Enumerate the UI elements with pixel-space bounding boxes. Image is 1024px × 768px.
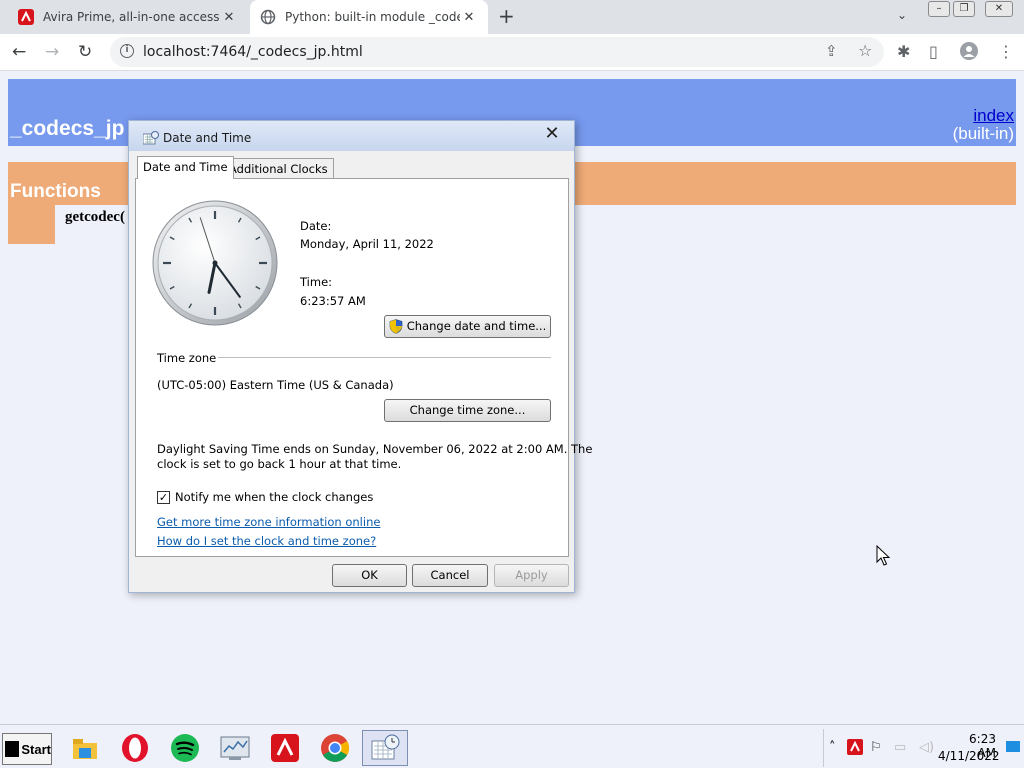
page-title: _codecs_jp	[10, 117, 125, 140]
volume-icon[interactable]: ◁)	[919, 740, 934, 755]
dialog-titlebar[interactable]: Date and Time ✕	[129, 121, 574, 151]
timezone-heading: Time zone	[157, 351, 217, 365]
tab-additional-clocks[interactable]: Additional Clocks	[223, 158, 334, 178]
timezone-divider	[218, 357, 551, 358]
change-date-time-label: Change date and time...	[406, 319, 547, 333]
functions-section-side	[8, 205, 55, 244]
close-tab-icon[interactable]: ✕	[220, 10, 238, 25]
tab-title: Python: built-in module _codecs_	[285, 10, 460, 24]
system-monitor-icon[interactable]	[212, 730, 258, 766]
start-icon	[5, 741, 20, 757]
back-icon[interactable]: ←	[12, 42, 26, 62]
dst-info-line1: Daylight Saving Time ends on Sunday, Nov…	[157, 442, 593, 456]
taskbar-date[interactable]: 4/11/2022	[938, 749, 1000, 763]
menu-icon[interactable]: ⋮	[998, 42, 1014, 61]
reload-icon[interactable]: ↻	[78, 42, 92, 62]
close-icon[interactable]: ✕	[537, 123, 567, 145]
network-icon[interactable]: ▭	[894, 740, 906, 755]
date-label: Date:	[300, 219, 332, 233]
close-tab-icon[interactable]: ✕	[460, 10, 478, 25]
bookmark-star-icon[interactable]: ☆	[858, 41, 872, 60]
how-to-set-clock-link[interactable]: How do I set the clock and time zone?	[157, 534, 376, 548]
profile-icon[interactable]	[960, 42, 978, 64]
tab-date-and-time[interactable]: Date and Time	[137, 156, 234, 179]
action-center-flag-icon[interactable]: ⚐	[870, 740, 882, 755]
date-time-icon[interactable]	[362, 730, 408, 766]
change-date-time-button[interactable]: Change date and time...	[384, 315, 551, 338]
avira-icon	[18, 9, 34, 25]
notify-label[interactable]: Notify me when the clock changes	[175, 490, 373, 504]
timezone-value: (UTC-05:00) Eastern Time (US & Canada)	[157, 378, 394, 392]
tab-python-docs[interactable]: Python: built-in module _codecs_ ✕	[250, 0, 488, 34]
date-value: Monday, April 11, 2022	[300, 237, 434, 251]
url-text[interactable]: localhost:7464/_codecs_jp.html	[143, 44, 363, 60]
avira-icon[interactable]	[262, 730, 308, 766]
mouse-cursor-icon	[876, 545, 891, 566]
date-time-icon	[143, 131, 159, 145]
forward-icon[interactable]: →	[45, 42, 59, 62]
restore-button[interactable]: ❐	[953, 1, 975, 17]
cancel-button[interactable]: Cancel	[412, 564, 488, 587]
notify-checkbox[interactable]: ✓	[157, 491, 170, 504]
time-label: Time:	[300, 275, 333, 289]
tab-title: Avira Prime, all-in-one access to	[43, 10, 220, 24]
side-panel-icon[interactable]: ▯	[929, 42, 938, 61]
browser-toolbar: ← → ↻ i localhost:7464/_codecs_jp.html ⇪…	[0, 34, 1024, 71]
date-time-dialog: Date and Time ✕ Date and Time Additional…	[128, 120, 592, 593]
extensions-icon[interactable]: ✱	[897, 42, 910, 61]
new-tab-button[interactable]: +	[498, 6, 515, 26]
taskbar: Start ˄ ⚐ ▭ ◁) 6:23 AM 4/11/2022	[0, 724, 1024, 768]
index-link[interactable]: index	[973, 106, 1014, 126]
chrome-icon[interactable]	[312, 730, 358, 766]
functions-heading: Functions	[10, 181, 101, 202]
chevron-up-icon[interactable]: ˄	[829, 740, 836, 755]
share-icon[interactable]: ⇪	[825, 42, 838, 60]
function-entry: getcodec(	[65, 209, 125, 225]
more-timezone-info-link[interactable]: Get more time zone information online	[157, 515, 380, 529]
spotify-icon[interactable]	[162, 730, 208, 766]
info-icon[interactable]: i	[120, 44, 134, 58]
address-bar[interactable]: i localhost:7464/_codecs_jp.html ⇪ ☆	[110, 37, 884, 67]
file-explorer-icon[interactable]	[62, 730, 108, 766]
globe-icon	[260, 9, 276, 25]
start-button[interactable]: Start	[2, 733, 52, 765]
time-value: 6:23:57 AM	[300, 294, 366, 308]
date-time-panel: Date: Monday, April 11, 2022 Time: 6:23:…	[135, 178, 592, 557]
minimize-button[interactable]: –	[928, 1, 950, 17]
analog-clock	[152, 200, 278, 326]
close-window-button[interactable]: ✕	[985, 1, 1013, 17]
uac-shield-icon	[389, 319, 403, 334]
start-label: Start	[21, 741, 51, 757]
tab-avira[interactable]: Avira Prime, all-in-one access to ✕	[8, 0, 248, 34]
show-desktop-button[interactable]	[1006, 741, 1020, 752]
tab-strip: Avira Prime, all-in-one access to ✕ Pyth…	[0, 0, 1024, 34]
ok-button[interactable]: OK	[332, 564, 407, 587]
dst-info-line2: clock is set to go back 1 hour at that t…	[157, 457, 402, 471]
avira-tray-icon[interactable]	[847, 739, 863, 759]
opera-icon[interactable]	[112, 730, 158, 766]
dialog-title: Date and Time	[163, 131, 252, 145]
change-time-zone-button[interactable]: Change time zone...	[384, 399, 551, 422]
builtin-label: (built-in)	[952, 124, 1014, 143]
apply-button[interactable]: Apply	[494, 564, 569, 587]
chevron-down-icon[interactable]: ⌄	[897, 8, 907, 22]
